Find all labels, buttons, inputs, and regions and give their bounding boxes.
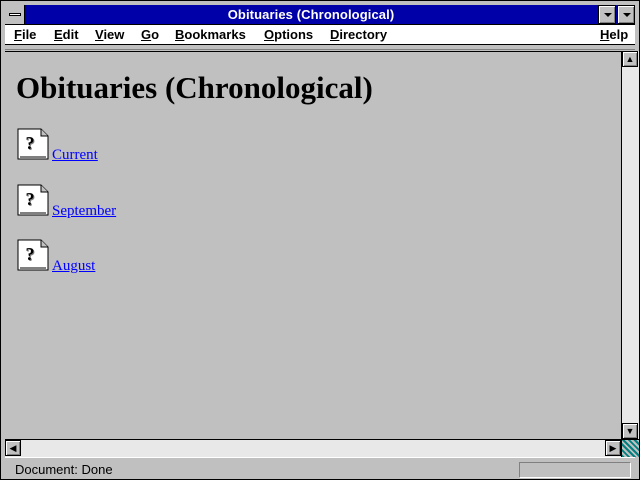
progress-indicator xyxy=(519,462,631,478)
link-september[interactable]: September xyxy=(52,203,116,220)
menu-directory-rest: irectory xyxy=(339,27,388,42)
link-august[interactable]: August xyxy=(52,258,95,275)
menu-file-rest: ile xyxy=(21,27,37,42)
arrow-right-icon: ▶ xyxy=(609,443,617,453)
unknown-document-icon: ? ? xyxy=(17,184,49,216)
system-menu-icon xyxy=(9,13,21,16)
restore-icon xyxy=(623,13,631,17)
browser-window: Obituaries (Chronological) File Edit Vie… xyxy=(0,0,640,480)
menu-help[interactable]: Help xyxy=(600,25,628,45)
svg-text:?: ? xyxy=(26,244,35,264)
status-bar: Document: Done xyxy=(5,457,635,478)
scroll-right-button[interactable]: ▶ xyxy=(605,440,621,456)
menu-edit[interactable]: Edit xyxy=(54,25,79,45)
menu-bookmarks[interactable]: Bookmarks xyxy=(175,25,246,45)
size-grip[interactable] xyxy=(621,439,639,457)
menu-bar: File Edit View Go Bookmarks Options Dire… xyxy=(5,25,635,45)
toolbar-strip xyxy=(5,46,635,50)
system-menu-button[interactable] xyxy=(5,5,25,24)
menu-options[interactable]: Options xyxy=(264,25,313,45)
menu-file[interactable]: File xyxy=(14,25,36,45)
scroll-left-button[interactable]: ◀ xyxy=(5,440,21,456)
menu-options-rest: ptions xyxy=(274,27,314,42)
minimize-button[interactable] xyxy=(598,5,616,24)
page-heading: Obituaries (Chronological) xyxy=(16,70,373,105)
menu-bookmarks-rest: ookmarks xyxy=(184,27,246,42)
arrow-down-icon: ▼ xyxy=(625,426,635,436)
unknown-document-icon: ? ? xyxy=(17,239,49,271)
window-title: Obituaries (Chronological) xyxy=(227,7,395,22)
arrow-left-icon: ◀ xyxy=(9,443,17,453)
vertical-scrollbar[interactable]: ▲ ▼ xyxy=(621,51,639,439)
menu-view[interactable]: View xyxy=(95,25,124,45)
link-current[interactable]: Current xyxy=(52,147,98,164)
unknown-document-icon: ? ? xyxy=(17,128,49,160)
scroll-up-button[interactable]: ▲ xyxy=(622,51,638,67)
horizontal-scrollbar[interactable]: ◀ ▶ xyxy=(5,439,621,457)
status-text: Document: Done xyxy=(15,462,113,477)
menu-view-rest: iew xyxy=(103,27,125,42)
menu-go-rest: o xyxy=(151,27,160,42)
window-frame: Obituaries (Chronological) File Edit Vie… xyxy=(5,5,639,478)
menu-help-rest: elp xyxy=(609,27,629,42)
maximize-button[interactable] xyxy=(617,5,635,24)
menu-go[interactable]: Go xyxy=(141,25,159,45)
menu-edit-rest: dit xyxy=(62,27,79,42)
svg-text:?: ? xyxy=(26,133,35,153)
scroll-down-button[interactable]: ▼ xyxy=(622,423,638,439)
title-bar[interactable]: Obituaries (Chronological) xyxy=(5,5,635,25)
svg-text:?: ? xyxy=(26,189,35,209)
minimize-icon xyxy=(604,13,612,17)
arrow-up-icon: ▲ xyxy=(625,54,635,64)
menu-directory[interactable]: Directory xyxy=(330,25,387,45)
document-view[interactable]: Obituaries (Chronological) ? ? Current ? xyxy=(5,51,621,439)
